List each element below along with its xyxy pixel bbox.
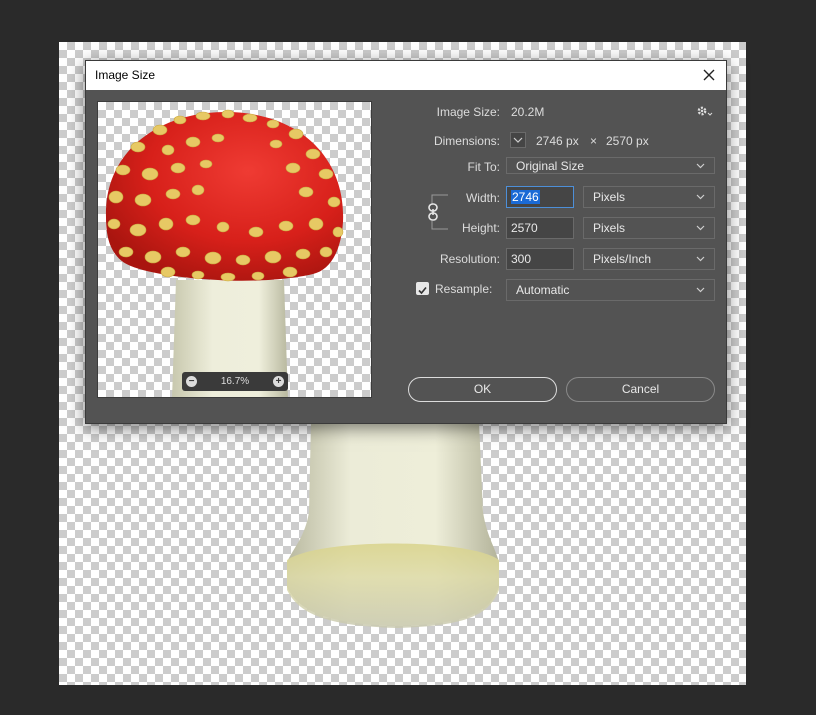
resolution-unit-dropdown[interactable]: Pixels/Inch xyxy=(583,248,715,270)
chevron-down-icon xyxy=(513,137,523,143)
resample-dropdown[interactable]: Automatic xyxy=(506,279,715,301)
height-value: 2570 xyxy=(511,221,538,235)
width-input[interactable]: 2746 xyxy=(506,186,574,208)
height-label: Height: xyxy=(461,221,500,235)
constrain-proportions-button[interactable] xyxy=(426,203,440,221)
chevron-down-icon xyxy=(696,163,705,168)
preview-pane[interactable]: − 16.7% + xyxy=(97,101,372,398)
width-value: 2746 xyxy=(511,190,540,204)
resolution-value: 300 xyxy=(511,252,532,266)
chevron-down-icon xyxy=(696,225,705,231)
chevron-down-icon xyxy=(696,256,705,262)
dimensions-width: 2746 px xyxy=(536,134,579,148)
dimensions-times: × xyxy=(590,134,598,148)
chevron-down-icon xyxy=(696,194,705,200)
cancel-button[interactable]: Cancel xyxy=(566,377,715,402)
dialog-titlebar[interactable]: Image Size xyxy=(86,61,726,90)
resample-value: Automatic xyxy=(516,283,570,297)
fit-to-value: Original Size xyxy=(516,158,585,173)
zoom-in-icon[interactable]: + xyxy=(272,376,284,387)
resample-label: Resample: xyxy=(435,282,493,296)
height-unit-dropdown[interactable]: Pixels xyxy=(583,217,715,239)
width-unit-dropdown[interactable]: Pixels xyxy=(583,186,715,208)
settings-button[interactable] xyxy=(695,104,713,123)
height-input[interactable]: 2570 xyxy=(506,217,574,239)
gear-icon xyxy=(697,106,713,116)
dimensions-unit-dropdown[interactable] xyxy=(510,132,526,148)
image-size-label: Image Size: xyxy=(436,105,500,119)
fit-to-label: Fit To: xyxy=(467,160,500,174)
resolution-label: Resolution: xyxy=(439,252,500,266)
fit-to-dropdown[interactable]: Original Size xyxy=(506,157,715,174)
close-icon xyxy=(703,69,715,81)
dialog-title: Image Size xyxy=(95,68,156,82)
height-unit: Pixels xyxy=(593,221,626,235)
close-button[interactable] xyxy=(698,64,720,86)
resample-checkbox[interactable] xyxy=(416,282,429,295)
zoom-out-icon[interactable]: − xyxy=(186,376,197,387)
image-size-value: 20.2M xyxy=(511,105,545,119)
zoom-value: 16.7% xyxy=(220,376,250,387)
mushroom-preview-image xyxy=(105,109,344,397)
width-label: Width: xyxy=(465,191,500,205)
dimensions-label: Dimensions: xyxy=(433,134,500,148)
image-size-dialog: Image Size − 16.7% + Image Size: 20.2M D… xyxy=(85,60,727,424)
chevron-down-icon xyxy=(696,287,705,293)
resolution-unit: Pixels/Inch xyxy=(593,252,652,266)
dimensions-height: 2570 px xyxy=(606,134,649,148)
preview-zoom-control: − 16.7% + xyxy=(182,372,288,391)
width-unit: Pixels xyxy=(593,190,626,204)
ok-button[interactable]: OK xyxy=(408,377,557,402)
checkmark-icon xyxy=(418,286,427,295)
resolution-input[interactable]: 300 xyxy=(506,248,574,270)
chain-link-icon xyxy=(428,203,438,221)
